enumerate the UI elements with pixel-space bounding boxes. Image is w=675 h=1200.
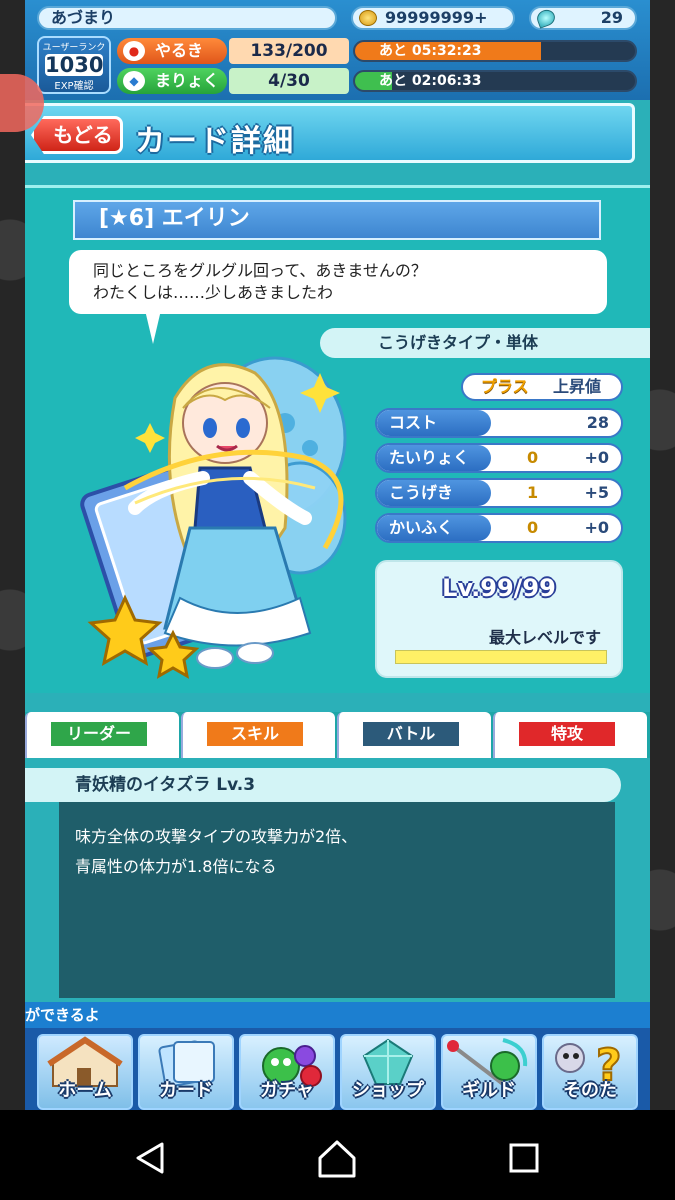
tab-special-attack[interactable]: 特攻 [493,712,647,758]
skill-desc-line-2: 青属性の体力が1.8倍になる [75,857,277,876]
stat-label: こうげき [377,480,491,506]
tab-leader[interactable]: リーダー [25,712,179,758]
stamina-row: ● やるき 133/200 あと 05:32:23 [117,38,637,64]
plus-label: プラス [481,377,529,396]
stat-row-cost: コスト 28 [375,408,623,438]
tab-special-attack-label: 特攻 [519,722,615,746]
detail-tabs: リーダー スキル バトル 特攻 [25,712,650,758]
coin-count: 99999999+ [385,8,488,27]
stat-row-heal: かいふく 0 +0 [375,513,623,543]
nav-shop[interactable]: ショップ [340,1034,436,1110]
gem-icon [534,7,558,29]
nav-guild[interactable]: ギルド [441,1034,537,1110]
exp-bar-fill [396,651,606,663]
back-icon[interactable] [130,1138,170,1178]
magic-row: ◆ まりょく 4/30 あと 02:06:33 [117,68,637,94]
stat-label: たいりょく [377,445,491,471]
stamina-timer: あと 05:32:23 [379,43,482,59]
stat-value: 1 [527,483,539,502]
level-text: Lv.99/99 [442,574,556,602]
nav-other[interactable]: ? そのた [542,1034,638,1110]
magic-value: 4/30 [229,68,349,94]
nav-cards-label: カード [159,1080,213,1101]
exp-bar [395,650,607,664]
rank-value: 1030 [45,53,104,77]
plus-value-label: 上昇値 [553,377,602,396]
back-button[interactable]: もどる [31,116,123,154]
tab-skill[interactable]: スキル [181,712,335,758]
stamina-label-text: やるき [155,41,204,60]
stat-row-attack: こうげき 1 +5 [375,478,623,508]
nav-home-label: ホーム [58,1080,112,1101]
magic-label: ◆ まりょく [117,68,227,94]
recent-apps-icon[interactable] [506,1140,542,1176]
leader-skill-description: 味方全体の攻撃タイプの攻撃力が2倍、 青属性の体力が1.8倍になる [59,802,615,998]
rank-label: ユーザーランク [42,43,106,53]
stamina-icon: ● [123,41,145,61]
magic-bar: あと 02:06:33 [353,70,637,92]
status-header: あづまり 99999999+ 29 ユーザーランク 1030 EXP確認 ● や… [25,0,650,100]
stat-row-hp: たいりょく 0 +0 [375,443,623,473]
magic-timer: あと 02:06:33 [379,73,482,89]
home-icon[interactable] [316,1138,358,1180]
nav-guild-label: ギルド [462,1080,516,1101]
stamina-label: ● やるき [117,38,227,64]
character-art[interactable] [65,328,365,688]
nav-home[interactable]: ホーム [37,1034,133,1110]
card-name: [★6] エイリン [73,200,601,240]
nav-other-label: そのた [563,1080,617,1101]
page-title: カード詳細 [135,124,295,159]
user-name-pill[interactable]: あづまり [37,6,337,30]
stat-plus: +0 [584,518,609,537]
user-name: あづまり [51,8,116,27]
stat-value: 0 [527,518,539,537]
plus-header: プラス 上昇値 [461,373,623,401]
card-type: こうげきタイプ・単体 [320,328,650,358]
stat-label: かいふく [377,515,491,541]
quote-line-2: わたくしは……少しあきましたわ [93,283,334,302]
stat-plus: +0 [584,448,609,467]
nav-shop-label: ショップ [352,1080,424,1101]
nav-cards[interactable]: カード [138,1034,234,1110]
magic-icon: ◆ [123,71,145,91]
bottom-nav: ホーム カード ガチャ ショップ ギルド ? そのた [25,1028,650,1110]
tab-battle[interactable]: バトル [337,712,491,758]
nav-gacha[interactable]: ガチャ [239,1034,335,1110]
title-bar: もどる カード詳細 [25,103,635,163]
coin-pill[interactable]: 99999999+ [351,6,515,30]
stat-plus: +5 [584,483,609,502]
max-level-text: 最大レベルです [488,628,601,647]
gem-pill[interactable]: 29 [529,6,637,30]
nav-gacha-label: ガチャ [260,1080,314,1101]
tab-leader-label: リーダー [51,722,147,746]
news-ticker[interactable]: ができるよ [25,1002,650,1028]
quote-line-1: 同じところをグルグル回って、あきませんの？ [93,261,427,280]
gem-count: 29 [600,8,623,27]
card-detail-panel: [★6] エイリン 同じところをグルグル回って、あきませんの？ わたくしは……少… [25,185,650,693]
tab-battle-label: バトル [363,722,459,746]
coin-icon [359,10,377,26]
game-screen: あづまり 99999999+ 29 ユーザーランク 1030 EXP確認 ● や… [25,0,650,1110]
magic-label-text: まりょく [155,71,220,90]
leader-skill-name: 青妖精のイタズラ Lv.3 [25,768,621,802]
stat-plus: 28 [586,413,609,432]
system-navigation-bar [0,1110,675,1200]
speech-bubble: 同じところをグルグル回って、あきませんの？ わたくしは……少しあきましたわ [69,250,607,314]
stat-label: コスト [377,410,491,436]
stamina-value: 133/200 [229,38,349,64]
level-box: Lv.99/99 最大レベルです [375,560,623,678]
exp-link[interactable]: EXP確認 [39,77,109,92]
user-rank-box[interactable]: ユーザーランク 1030 EXP確認 [37,36,111,94]
skill-desc-line-1: 味方全体の攻撃タイプの攻撃力が2倍、 [75,827,358,846]
tab-skill-label: スキル [207,722,303,746]
stat-value: 0 [527,448,539,467]
stamina-bar: あと 05:32:23 [353,40,637,62]
